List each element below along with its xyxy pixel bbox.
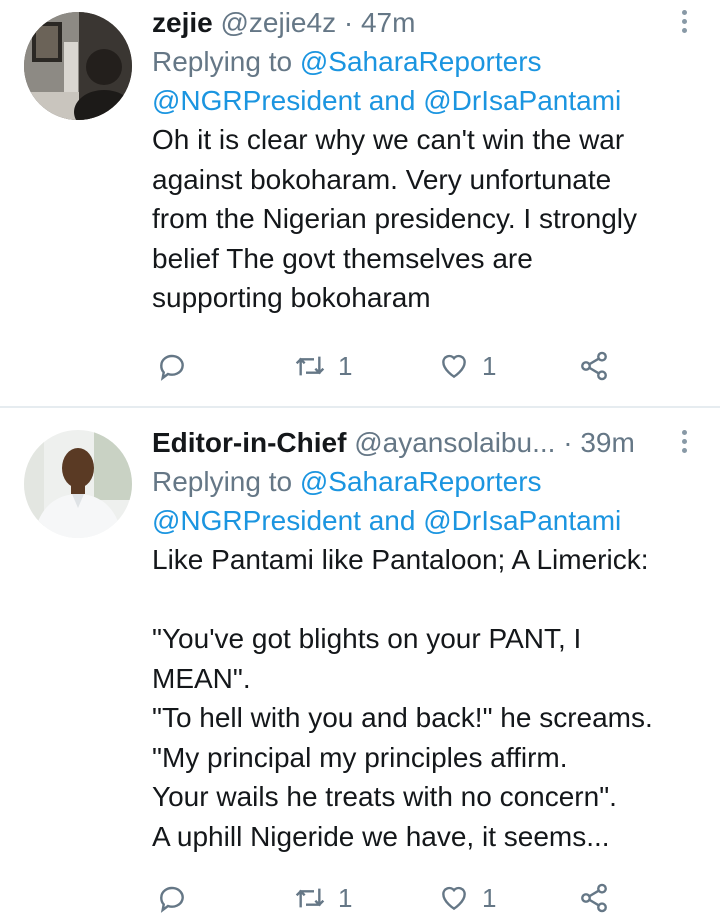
replying-to: Replying to @SaharaReporters @NGRPreside… — [152, 42, 696, 120]
heart-icon — [442, 354, 466, 379]
more-vertical-icon[interactable] — [678, 10, 690, 36]
author-handle[interactable]: @ayansolaibu... — [354, 427, 555, 458]
tweet-text: Like Pantami like Pantaloon; A Limerick:… — [152, 544, 653, 852]
author-name[interactable]: zejie — [152, 7, 213, 38]
tweet-actions: 1 1 — [152, 878, 622, 918]
tweet[interactable]: zejie @zejie4z · 47m Replying to @Sahara… — [0, 0, 720, 406]
retweet-count: 1 — [338, 882, 353, 913]
reply-button[interactable] — [156, 346, 188, 386]
like-count: 1 — [482, 882, 497, 913]
share-button[interactable] — [578, 346, 610, 386]
retweet-icon — [295, 888, 325, 908]
separator-dot: · — [563, 427, 573, 458]
avatar[interactable] — [24, 12, 132, 120]
replying-to-label: Replying to — [152, 46, 293, 77]
share-icon — [581, 883, 607, 913]
mention-and: and — [368, 505, 416, 536]
mention-and: and — [368, 85, 416, 116]
reply-button[interactable] — [156, 878, 188, 918]
tweet[interactable]: Editor-in-Chief @ayansolaibu... · 39m Re… — [0, 408, 720, 913]
replying-to-label: Replying to — [152, 466, 293, 497]
share-button[interactable] — [578, 878, 610, 918]
tweet-timestamp[interactable]: 47m — [361, 7, 415, 38]
author-handle[interactable]: @zejie4z — [220, 7, 336, 38]
tweet-actions: 1 1 — [152, 346, 622, 386]
retweet-button[interactable]: 1 — [294, 346, 352, 386]
replying-to: Replying to @SaharaReporters @NGRPreside… — [152, 462, 696, 540]
avatar[interactable] — [24, 430, 132, 538]
like-button[interactable]: 1 — [438, 346, 496, 386]
separator-dot: · — [343, 7, 354, 38]
mention-link[interactable]: @DrIsaPantami — [423, 505, 621, 536]
mention-link[interactable]: @SaharaReporters — [300, 46, 542, 77]
reply-icon — [160, 886, 184, 913]
mention-link[interactable]: @DrIsaPantami — [423, 85, 621, 116]
retweet-count: 1 — [338, 350, 353, 381]
share-icon — [581, 351, 607, 381]
mention-link[interactable]: @NGRPresident — [152, 85, 361, 116]
mention-link[interactable]: @NGRPresident — [152, 505, 361, 536]
reply-icon — [160, 354, 184, 381]
tweet-text: Oh it is clear why we can't win the war … — [152, 124, 638, 313]
like-count: 1 — [482, 350, 497, 381]
author-name[interactable]: Editor-in-Chief — [152, 427, 346, 458]
retweet-button[interactable]: 1 — [294, 878, 352, 918]
heart-icon — [442, 886, 466, 911]
tweet-timestamp[interactable]: 39m — [580, 427, 634, 458]
retweet-icon — [295, 356, 325, 376]
like-button[interactable]: 1 — [438, 878, 496, 918]
mention-link[interactable]: @SaharaReporters — [300, 466, 542, 497]
more-vertical-icon[interactable] — [678, 430, 690, 456]
